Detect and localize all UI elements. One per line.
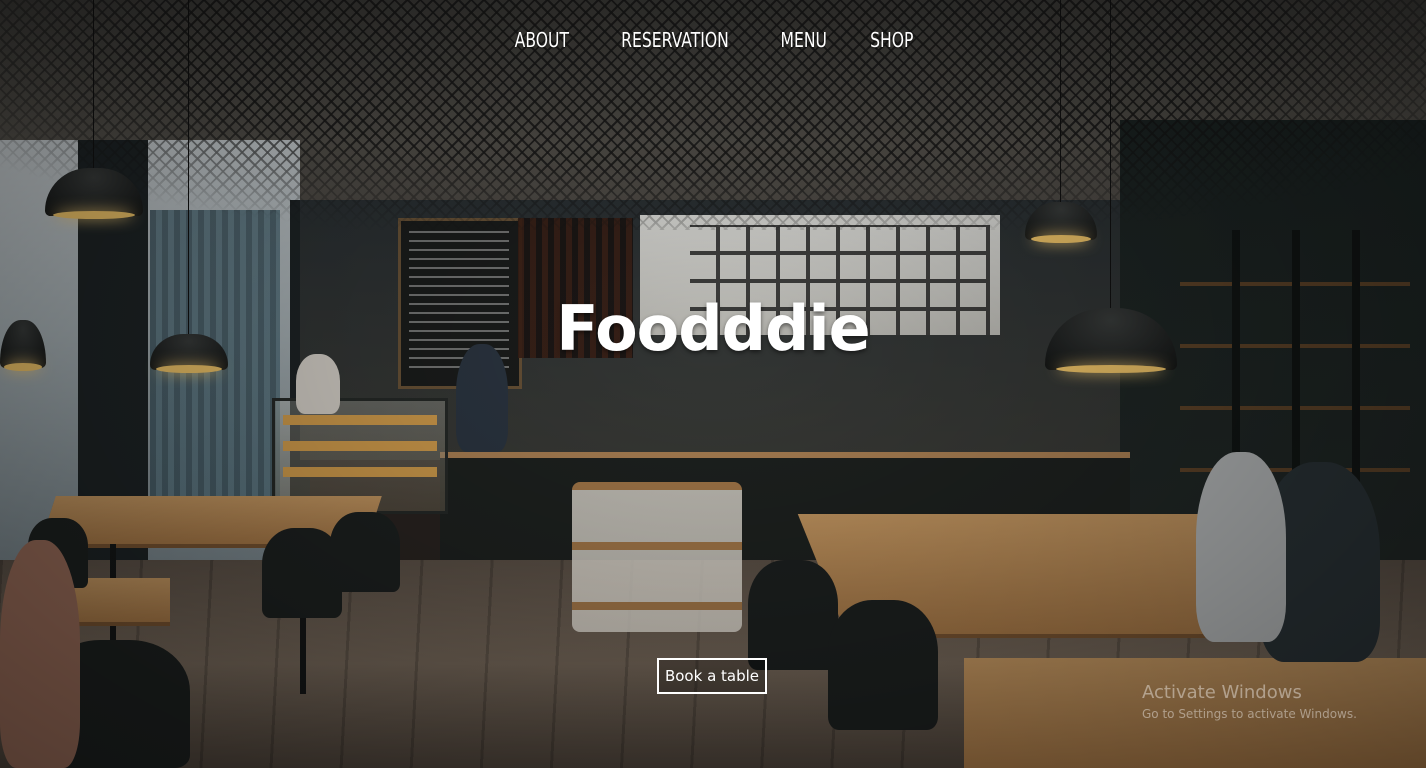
book-table-button[interactable]: Book a table xyxy=(657,658,767,694)
dark-overlay xyxy=(0,0,1426,768)
nav-item-about[interactable]: ABOUT xyxy=(514,22,568,58)
watermark-title: Activate Windows xyxy=(1142,682,1302,703)
main-nav: ABOUT RESERVATION MENU SHOP xyxy=(0,22,1426,58)
watermark-subtitle: Go to Settings to activate Windows. xyxy=(1142,707,1357,721)
nav-item-shop[interactable]: SHOP xyxy=(870,22,913,58)
nav-item-reservation[interactable]: RESERVATION xyxy=(621,22,729,58)
activate-windows-watermark: Activate Windows Go to Settings to activ… xyxy=(1142,682,1357,721)
hero-background-photo xyxy=(0,0,1426,768)
hero-title: Foodddie xyxy=(556,292,870,365)
nav-item-menu[interactable]: MENU xyxy=(781,22,827,58)
